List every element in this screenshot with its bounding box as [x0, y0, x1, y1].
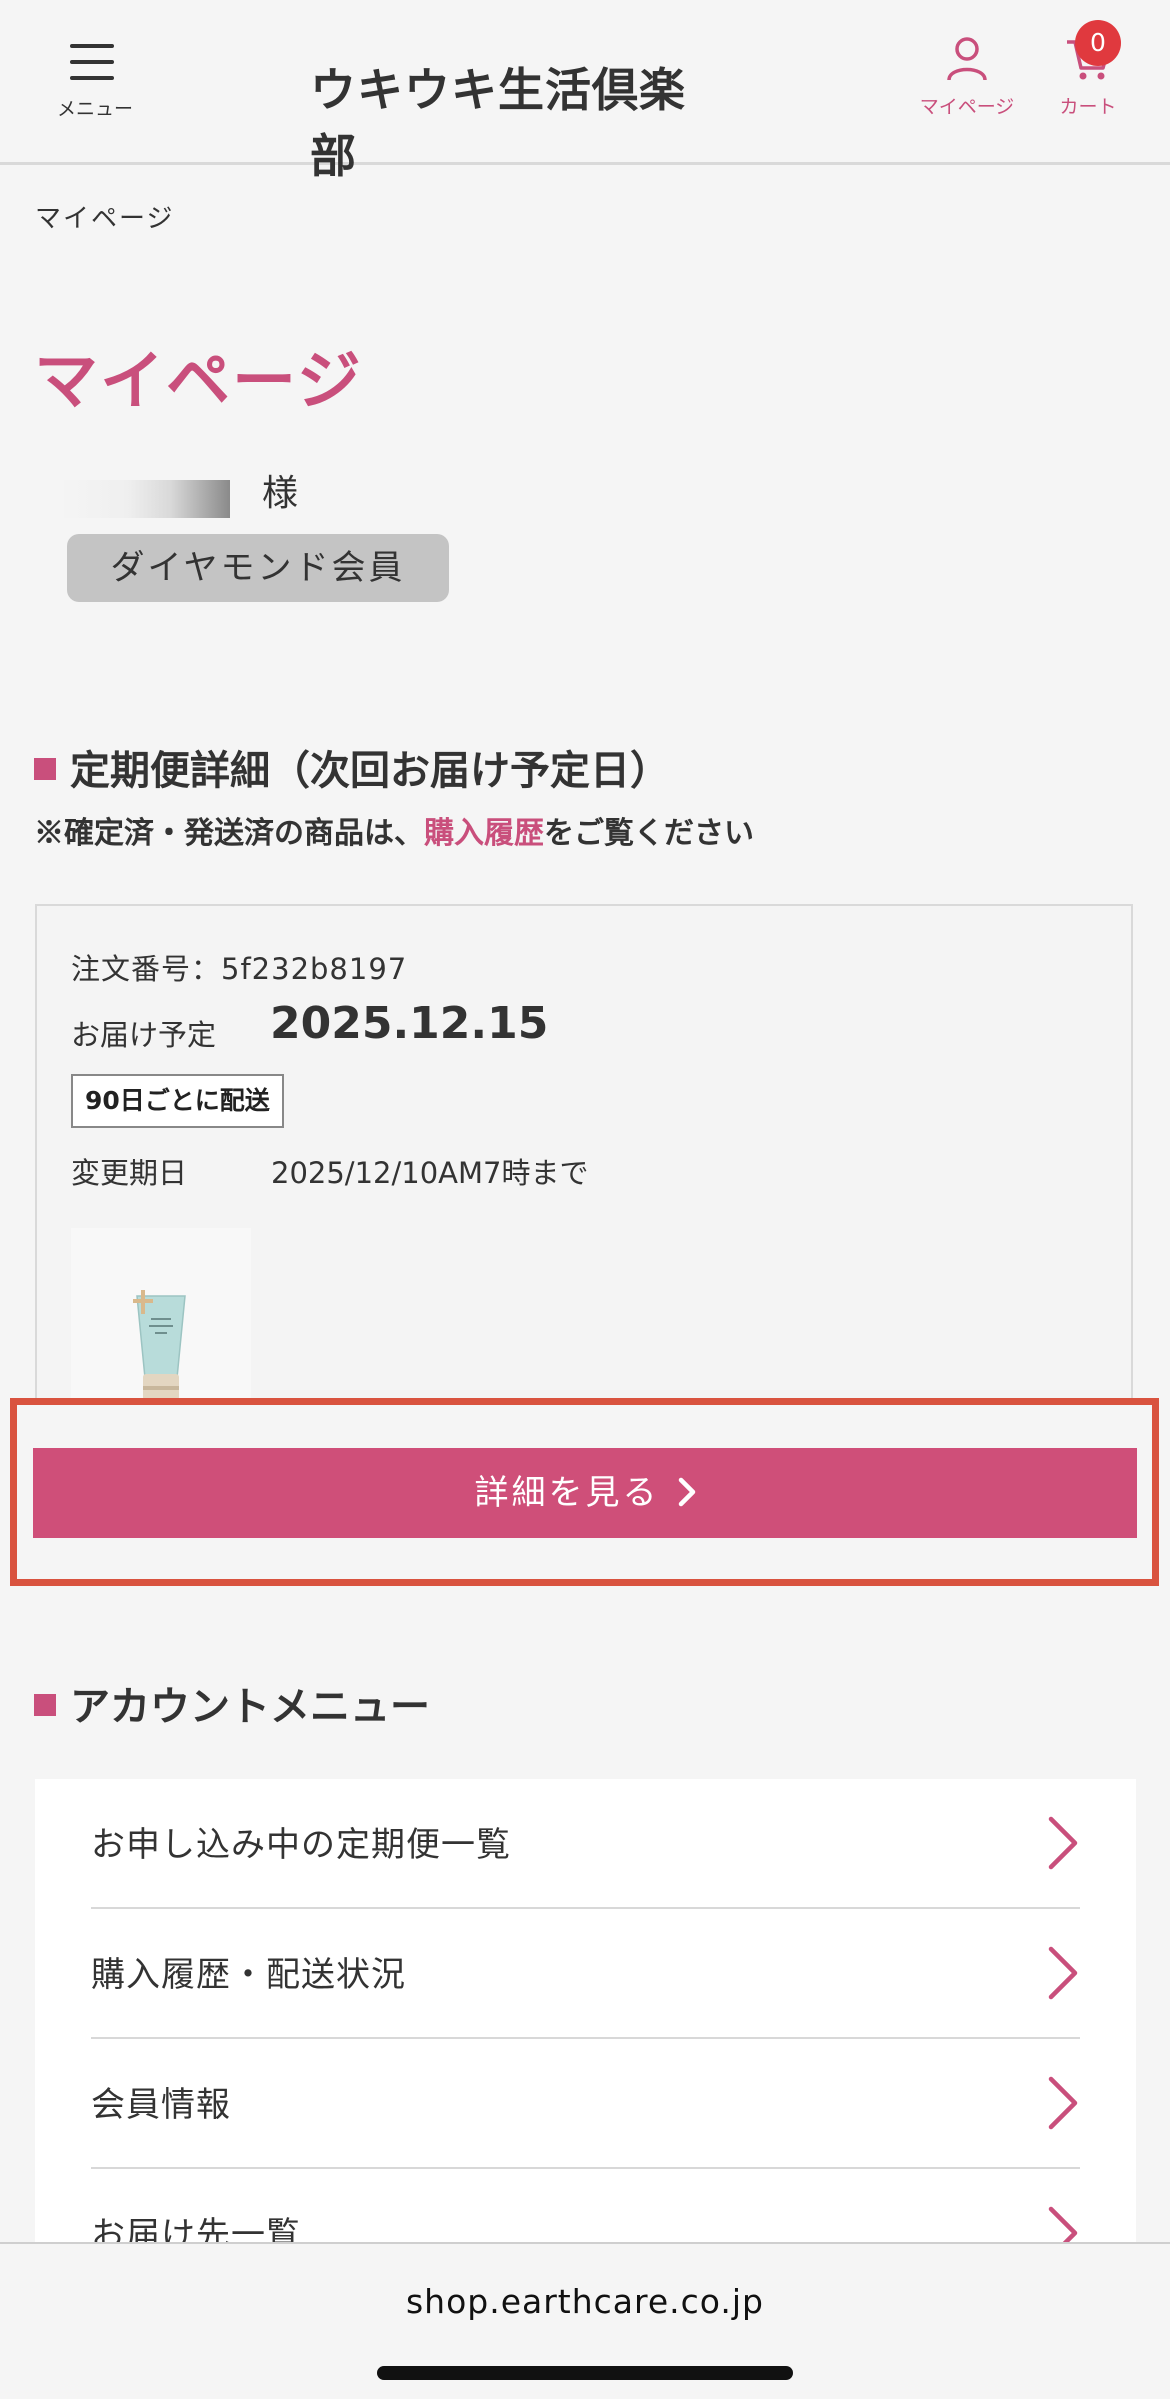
account-menu-item-label: 購入履歴・配送状況 [91, 1955, 406, 1995]
breadcrumb: マイページ [35, 204, 175, 234]
product-tube-image [133, 1290, 186, 1400]
delivery-interval-tag: 90日ごとに配送 [71, 1074, 284, 1128]
url-text[interactable]: shop.earthcare.co.jp [0, 2282, 1170, 2321]
chevron-right-icon [1048, 2206, 1078, 2243]
user-name-redacted [60, 480, 230, 518]
view-details-label: 詳細を見る [474, 1473, 660, 1513]
mypage-header-button[interactable]: マイページ [912, 36, 1022, 119]
view-details-button[interactable]: 詳細を見る [33, 1448, 1137, 1538]
change-deadline-value: 2025/12/10AM7時まで [271, 1156, 589, 1190]
product-thumbnail[interactable] [71, 1228, 251, 1400]
order-number-row: 注文番号：5f232b8197 [71, 946, 407, 988]
member-rank-badge: ダイヤモンド会員 [67, 534, 449, 602]
change-deadline-label: 変更期日 [71, 1156, 188, 1190]
order-number-value: 5f232b8197 [221, 952, 408, 986]
delivery-date-label: お届け予定 [71, 1018, 217, 1052]
chevron-right-icon [1048, 1816, 1078, 1870]
account-menu-item-label: お届け先一覧 [91, 2215, 301, 2243]
account-menu-list: お申し込み中の定期便一覧 購入履歴・配送状況 会員情報 お届け先一覧 [35, 1779, 1136, 2243]
menu-button[interactable]: メニュー [50, 40, 140, 120]
person-icon [947, 37, 987, 81]
cart-count-badge: 0 [1075, 20, 1121, 66]
subscription-heading-text: 定期便詳細（次回お届け予定日） [70, 747, 670, 794]
account-menu-heading: アカウントメニュー [34, 1674, 430, 1732]
account-menu-item-label: お申し込み中の定期便一覧 [91, 1825, 511, 1865]
hamburger-icon [70, 44, 114, 80]
browser-address-bar[interactable]: shop.earthcare.co.jp [0, 2242, 1170, 2399]
chevron-right-icon [678, 1477, 695, 1507]
purchase-history-link[interactable]: 購入履歴 [424, 816, 544, 851]
cart-header-label: カート [1059, 96, 1117, 118]
note-prefix: ※確定済・発送済の商品は、 [34, 816, 424, 851]
mypage-header-label: マイページ [919, 96, 1015, 118]
chevron-right-icon [1048, 1946, 1078, 2000]
order-number-label: 注文番号： [71, 952, 222, 986]
subscription-note: ※確定済・発送済の商品は、購入履歴をご覧ください [34, 808, 754, 852]
home-indicator[interactable] [377, 2366, 793, 2380]
chevron-right-icon [1048, 2076, 1078, 2130]
user-honorific: 様 [262, 473, 299, 514]
site-header: メニュー ウキウキ生活倶楽部 マイページ 0 カート [0, 0, 1170, 183]
account-menu-item-subscriptions[interactable]: お申し込み中の定期便一覧 [91, 1779, 1080, 1909]
note-suffix: をご覧ください [544, 816, 754, 851]
account-menu-heading-text: アカウントメニュー [70, 1683, 430, 1730]
delivery-date-value: 2025.12.15 [270, 998, 549, 1049]
site-logo[interactable]: ウキウキ生活倶楽部 [310, 54, 710, 186]
account-menu-item-purchase-history[interactable]: 購入履歴・配送状況 [91, 1909, 1080, 2039]
account-menu-item-label: 会員情報 [91, 2085, 231, 2125]
subscription-card: 注文番号：5f232b8197 お届け予定 2025.12.15 90日ごとに配… [35, 904, 1133, 1402]
section-marker [34, 1694, 56, 1716]
account-menu-item-member-info[interactable]: 会員情報 [91, 2039, 1080, 2169]
section-marker [34, 758, 56, 780]
change-deadline-row: 変更期日 2025/12/10AM7時まで [71, 1150, 588, 1192]
account-menu-item-addresses[interactable]: お届け先一覧 [91, 2169, 1080, 2243]
subscription-section-heading: 定期便詳細（次回お届け予定日） [34, 738, 670, 796]
cart-header-button[interactable]: 0 カート [1033, 20, 1143, 119]
page-title: マイページ [34, 345, 363, 419]
menu-label: メニュー [56, 98, 133, 120]
